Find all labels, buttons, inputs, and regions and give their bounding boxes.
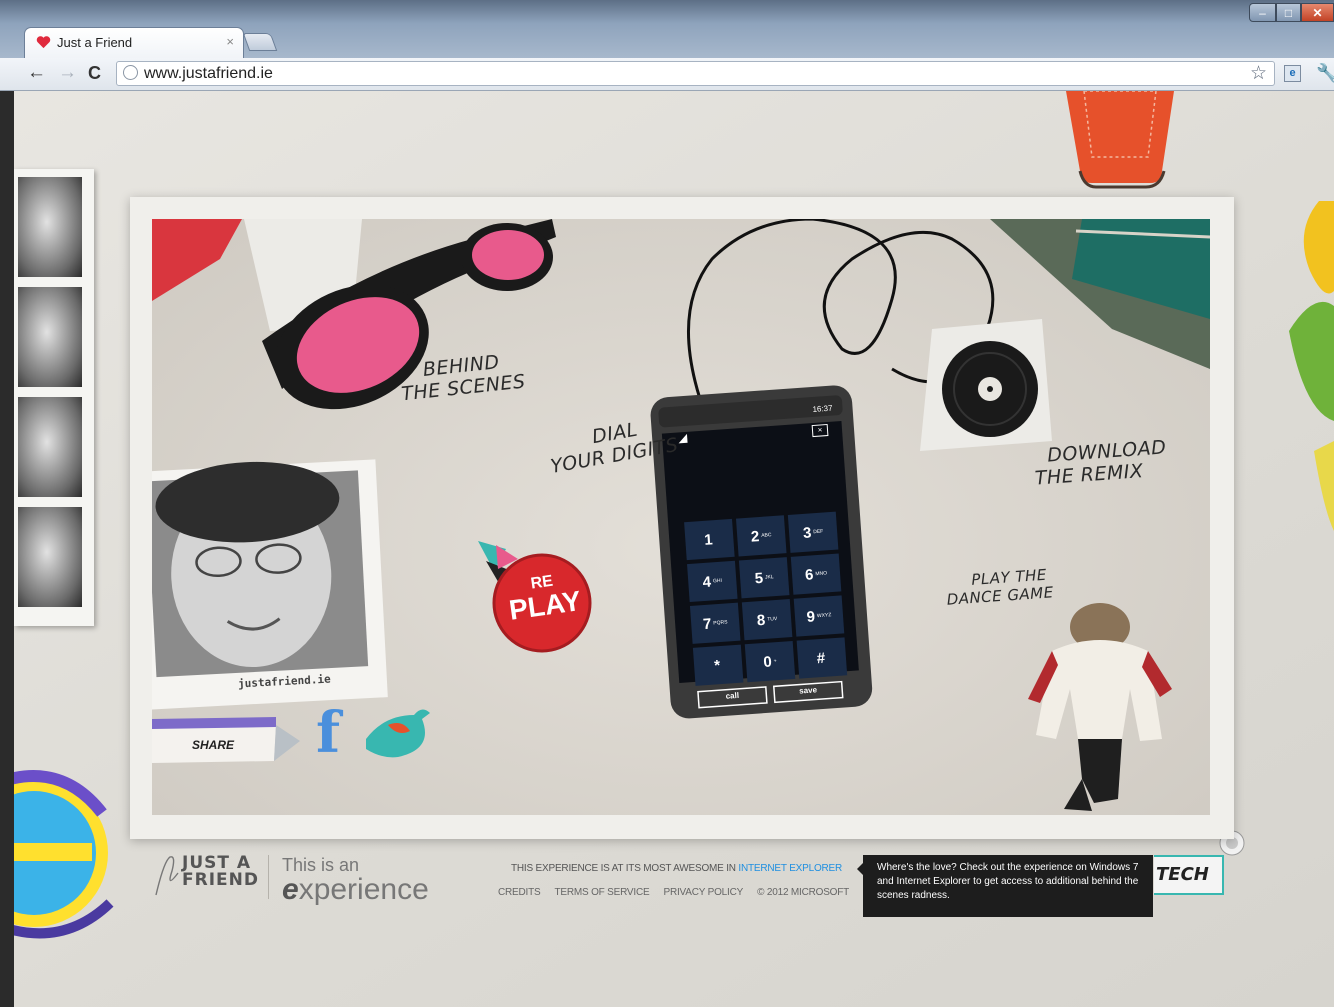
footer-logo[interactable]: JUST A FRIEND This is an experience [152,849,432,909]
photobooth-photo [18,177,82,277]
wrench-menu-icon[interactable]: 🔧 [1316,63,1334,84]
window-controls: – □ ✕ [1249,3,1334,23]
phone-screen: 16:37 × 1 2 ABC 3 DEF 4 GHI 5 JKL 6 MNO 7 PQRS 8 TUV 9 W… [662,404,859,701]
keypad-letters: JKL [764,574,774,581]
tab-title: Just a Friend [57,35,133,50]
bookmark-star-icon[interactable]: ☆ [1250,62,1267,85]
signature-logo-icon [155,856,179,896]
logo-divider [268,855,269,899]
ie-tooltip: Where's the love? Check out the experien… [857,855,1153,917]
keypad-digit: 1 [703,530,714,549]
keypad-key[interactable]: 1 [684,519,735,560]
keypad-letters: GHI [712,577,723,585]
footer-links: CREDITS TERMS OF SERVICE PRIVACY POLICY … [498,887,849,898]
tab-close-button[interactable]: × [226,34,234,49]
keypad-digit: 7 [702,615,712,633]
keypad-digit: 6 [804,565,814,584]
keypad-digit: 4 [702,573,712,591]
signal-icon [677,433,688,444]
interactive-scene: BEHIND THE SCENES DIAL YOUR DIGITS DOWNL… [152,219,1210,815]
terms-of-service-link[interactable]: TERMS OF SERVICE [555,887,650,898]
phone-time: 16:37 [812,403,833,414]
footer-ie-message: THIS EXPERIENCE IS AT ITS MOST AWESOME I… [511,863,842,874]
keypad-key[interactable]: 2 ABC [736,515,787,556]
experience-rest: xperience [298,873,429,906]
address-bar[interactable]: www.justafriend.ie [116,61,1275,86]
just-a-friend-logo: JUST A FRIEND [182,855,259,889]
experience-e: e [282,873,299,906]
privacy-policy-link[interactable]: PRIVACY POLICY [663,887,743,898]
browser-toolbar: ← → C www.justafriend.ie ☆ e 🔧 [0,58,1334,91]
forward-button[interactable]: → [58,63,77,83]
footer-ie-prefix: THIS EXPERIENCE IS AT ITS MOST AWESOME I… [511,863,739,874]
photobooth-strip [14,169,94,626]
keypad-letters: PQRS [713,619,728,627]
minimize-button[interactable]: – [1249,3,1276,22]
play-dance-game-link[interactable]: PLAY THE DANCE GAME [945,565,1054,609]
twitter-icon[interactable] [364,709,434,759]
keypad-key[interactable]: 3 DEF [788,512,839,553]
keypad-key[interactable]: 0 + [745,641,796,682]
keypad-letters: ABC [761,532,772,539]
keypad-letters: + [773,658,777,665]
url-text[interactable]: www.justafriend.ie [144,65,273,83]
keypad-key[interactable]: * [693,645,744,686]
download-the-remix-link[interactable]: DOWNLOAD THE REMIX [1033,436,1169,489]
phone-keypad: 1 2 ABC 3 DEF 4 GHI 5 JKL 6 MNO 7 PQRS 8 TUV 9 WXYZ * 0 + # [684,512,847,686]
photobooth-photo [18,507,82,607]
backspace-icon[interactable]: × [811,423,829,438]
tech-button[interactable]: TECH [1154,855,1224,895]
logo-line2: FRIEND [182,870,259,890]
heart-icon [36,36,51,49]
ie-extension-icon[interactable]: e [1284,65,1301,82]
page-canvas: BEHIND THE SCENES DIAL YOUR DIGITS DOWNL… [14,91,1334,1007]
keypad-digit: 9 [806,607,816,626]
close-window-button[interactable]: ✕ [1301,3,1334,22]
browser-titlebar: Just a Friend × – □ ✕ [0,0,1334,58]
maximize-button[interactable]: □ [1276,3,1301,22]
keypad-key[interactable]: 6 MNO [791,554,842,595]
globe-icon [123,65,138,80]
copyright-text: © 2012 MICROSOFT [757,887,850,898]
keypad-key[interactable]: 7 PQRS [690,603,741,644]
experience-wordmark: experience [282,873,429,907]
keypad-digit: 0 [762,652,773,671]
credits-link[interactable]: CREDITS [498,887,541,898]
internet-explorer-link[interactable]: INTERNET EXPLORER [738,863,842,874]
keypad-digit: * [713,656,721,674]
keypad-key[interactable]: 4 GHI [687,561,738,602]
keypad-digit: 3 [802,523,812,542]
facebook-icon[interactable]: f [316,703,340,763]
browser-tab[interactable]: Just a Friend × [24,27,244,58]
keypad-key[interactable]: 8 TUV [742,599,793,640]
reload-button[interactable]: C [88,63,101,83]
keypad-key[interactable]: 9 WXYZ [794,595,845,636]
keypad-digit: # [816,649,826,667]
photobooth-photo [18,397,82,497]
back-button[interactable]: ← [27,63,46,83]
new-tab-button[interactable] [242,33,278,51]
keypad-key[interactable]: 5 JKL [739,557,790,598]
photobooth-photo [18,287,82,387]
keypad-letters: MNO [815,570,828,578]
keypad-letters: DEF [813,528,824,536]
keypad-digit: 5 [754,569,764,587]
keypad-letters: TUV [767,615,778,623]
share-button[interactable]: SHARE [192,738,234,752]
keypad-letters: WXYZ [816,612,832,620]
keypad-digit: 2 [750,527,760,546]
keypad-key[interactable]: # [797,637,848,678]
keypad-digit: 8 [756,611,766,629]
